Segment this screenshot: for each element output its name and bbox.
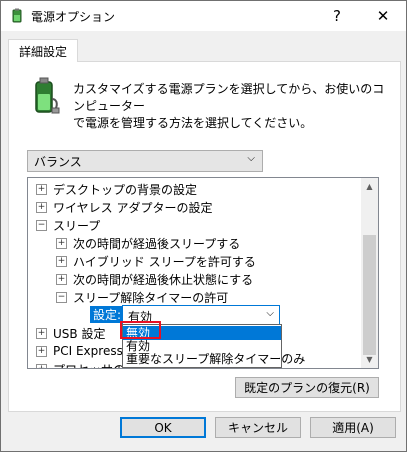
tree-item-label: デスクトップの背景の設定: [53, 182, 198, 197]
tree-item-desktop-background[interactable]: + デスクトップの背景の設定: [36, 180, 197, 198]
setting-label: 設定:: [90, 306, 125, 323]
scroll-down-icon[interactable]: ▼: [361, 351, 378, 368]
cancel-button[interactable]: キャンセル: [215, 417, 301, 438]
collapse-icon[interactable]: −: [36, 219, 47, 231]
close-button[interactable]: ✕: [360, 1, 406, 31]
expand-icon[interactable]: +: [36, 201, 47, 213]
power-options-window: 電源オプション ? ✕ 詳細設定 カスタマイズする電源プランを選択してから、お使…: [0, 0, 407, 452]
tree-item-label: PCI Express: [53, 344, 123, 358]
expand-icon[interactable]: +: [56, 255, 67, 267]
annotation-highlight-box: [120, 321, 161, 339]
scroll-thumb[interactable]: [363, 235, 376, 355]
tree-item-label: スリープ: [53, 218, 101, 233]
description-line-2: で電源を管理する方法を選択してください。: [73, 116, 313, 130]
tree-item-hybrid-sleep[interactable]: + ハイブリッド スリープを許可する: [56, 252, 256, 270]
tree-item-wireless-adapter[interactable]: + ワイヤレス アダプターの設定: [36, 198, 212, 216]
help-button[interactable]: ?: [314, 1, 360, 31]
tree-item-pci-express[interactable]: + PCI Express: [36, 342, 123, 360]
description-line-1: カスタマイズする電源プランを選択してから、お使いのコンピューター: [73, 82, 385, 113]
expand-icon[interactable]: +: [36, 345, 47, 357]
tree-item-label: ハイブリッド スリープを許可する: [73, 254, 256, 269]
chevron-down-icon: ⌵: [247, 153, 255, 164]
tree-item-wake-timers[interactable]: − スリープ解除タイマーの許可: [56, 288, 228, 306]
chevron-down-icon: ⌵: [266, 308, 274, 319]
tree-item-label: スリープ解除タイマーの許可: [73, 290, 229, 305]
tree-item-sleep[interactable]: − スリープ: [36, 216, 100, 234]
window-title: 電源オプション: [31, 10, 116, 24]
dropdown-option-enable[interactable]: 有効: [123, 339, 281, 353]
expand-icon[interactable]: +: [56, 237, 67, 249]
expand-icon[interactable]: +: [36, 327, 47, 339]
collapse-icon[interactable]: −: [56, 291, 67, 303]
tree-item-sleep-after[interactable]: + 次の時間が経過後スリープする: [56, 234, 240, 252]
title-bar[interactable]: 電源オプション ? ✕: [1, 1, 406, 31]
scroll-up-icon[interactable]: ▲: [361, 178, 378, 195]
apply-button[interactable]: 適用(A): [310, 417, 396, 438]
description-text: カスタマイズする電源プランを選択してから、お使いのコンピューター で電源を管理す…: [73, 81, 393, 132]
battery-icon: [35, 77, 60, 114]
restore-defaults-button[interactable]: 既定のプランの復元(R): [235, 377, 379, 398]
expand-icon[interactable]: +: [56, 273, 67, 285]
power-plan-value: バランス: [34, 155, 82, 169]
tree-item-label: USB 設定: [53, 326, 106, 341]
tree-item-label: 次の時間が経過後休止状態にする: [73, 272, 254, 287]
ok-button[interactable]: OK: [120, 417, 206, 438]
battery-plug-icon: [12, 8, 22, 23]
dropdown-option-important-only[interactable]: 重要なスリープ解除タイマーのみ: [123, 352, 305, 366]
expand-icon[interactable]: +: [36, 363, 47, 368]
tab-advanced-settings[interactable]: 詳細設定: [8, 39, 78, 62]
expand-icon[interactable]: +: [36, 183, 47, 195]
tree-item-hibernate-after[interactable]: + 次の時間が経過後休止状態にする: [56, 270, 253, 288]
power-plan-select[interactable]: バランス ⌵: [27, 150, 263, 172]
tree-item-usb-settings[interactable]: + USB 設定: [36, 324, 105, 342]
tree-item-label: 次の時間が経過後スリープする: [73, 236, 241, 251]
tree-item-label: ワイヤレス アダプターの設定: [53, 200, 213, 215]
tree-scrollbar[interactable]: ▲ ▼: [361, 178, 378, 368]
